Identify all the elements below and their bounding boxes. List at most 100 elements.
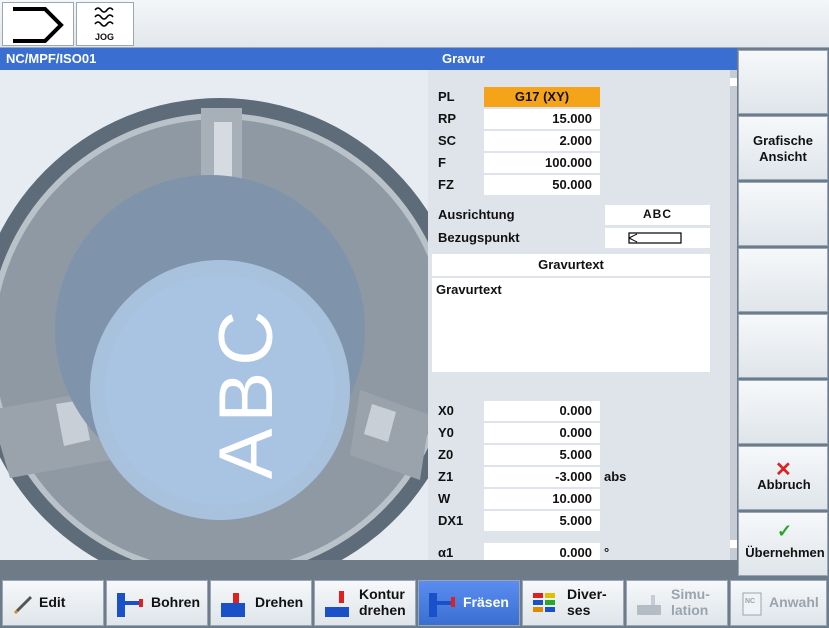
- program-pointer-box: [2, 2, 74, 46]
- param-input[interactable]: 5.000: [484, 511, 600, 531]
- alignment-select[interactable]: ABC: [605, 205, 710, 225]
- abbruch-button[interactable]: ✕ Abbruch: [738, 446, 828, 510]
- param-label: RP: [438, 111, 457, 126]
- simulation-label: Simu-lation: [671, 586, 710, 618]
- accept-check-icon: ✓: [777, 521, 793, 541]
- scroll-down-arrow[interactable]: [730, 540, 737, 548]
- anwahl-button[interactable]: NC Anwahl: [730, 580, 827, 626]
- diverses-line2: ses: [567, 602, 591, 618]
- scroll-up-arrow[interactable]: [730, 78, 737, 86]
- bohren-button[interactable]: Bohren: [106, 580, 208, 626]
- program-pointer-icon: [13, 7, 64, 43]
- param-input[interactable]: 0.000: [484, 401, 600, 421]
- diverses-line1: Diver-: [567, 586, 607, 602]
- param-input[interactable]: 15.000: [484, 109, 600, 129]
- param-label: Z0: [438, 447, 454, 462]
- fraesen-label: Fräsen: [463, 594, 509, 610]
- softkey-v4[interactable]: [738, 248, 828, 312]
- param-label: Bezugspunkt: [438, 230, 520, 245]
- param-row-sc: SC 2.000: [428, 130, 730, 152]
- diverses-label: Diver-ses: [567, 586, 607, 618]
- engrave-text-field[interactable]: Gravurtext: [432, 278, 710, 372]
- title-bar: NC/MPF/ISO01 Gravur: [0, 48, 737, 70]
- param-label: Ausrichtung: [438, 207, 515, 222]
- param-input[interactable]: 100.000: [484, 153, 600, 173]
- param-row-pl: PL G17 (XY): [428, 86, 730, 108]
- softkey-v6[interactable]: [738, 380, 828, 444]
- simulation-line2: lation: [671, 602, 709, 618]
- jog-mode-label: JOG: [95, 32, 115, 42]
- param-label: α1: [438, 545, 454, 560]
- engrave-text-preview: ABC: [204, 305, 289, 479]
- grafische-ansicht-label: Grafische Ansicht: [753, 133, 813, 164]
- param-input[interactable]: 2.000: [484, 131, 600, 151]
- param-input[interactable]: 5.000: [484, 445, 600, 465]
- parameter-scrollbar[interactable]: [730, 70, 737, 560]
- jog-mode-box: JOG: [76, 2, 134, 46]
- param-input[interactable]: 10.000: [484, 489, 600, 509]
- param-label: FZ: [438, 177, 454, 192]
- param-row-w: W 10.000: [428, 488, 730, 510]
- param-row-z1: Z1 -3.000 abs: [428, 466, 730, 488]
- param-label: Z1: [438, 469, 454, 484]
- kontur-drehen-button[interactable]: Kontur drehen: [314, 580, 416, 626]
- svg-text:NC: NC: [745, 598, 755, 605]
- param-row-rp: RP 15.000: [428, 108, 730, 130]
- param-input[interactable]: 0.000: [484, 543, 600, 560]
- cycle-title: Gravur: [442, 51, 485, 66]
- param-label: PL: [438, 89, 455, 104]
- parameter-panel: PL G17 (XY) RP 15.000 SC 2.000 F 100.000…: [428, 70, 730, 560]
- kontur-line1: Kontur: [359, 586, 405, 602]
- softkey-v5[interactable]: [738, 314, 828, 378]
- param-row-alpha1: α1 0.000 °: [428, 542, 730, 560]
- drehen-button[interactable]: Drehen: [210, 580, 312, 626]
- pencil-icon: [13, 595, 33, 615]
- plane-select[interactable]: G17 (XY): [484, 87, 600, 107]
- milling-icon: [429, 593, 455, 617]
- drilling-icon: [117, 593, 143, 617]
- softkey-v1[interactable]: [738, 50, 828, 114]
- simulation-icon: [637, 595, 661, 615]
- simulation-button[interactable]: Simu-lation: [626, 580, 728, 626]
- abbruch-label: Abbruch: [757, 477, 811, 492]
- edit-label: Edit: [39, 594, 66, 610]
- jog-mode-icon: [94, 7, 114, 27]
- program-path: NC/MPF/ISO01: [6, 51, 97, 66]
- param-input[interactable]: 0.000: [484, 423, 600, 443]
- horizontal-softkey-bar: Edit Bohren Drehen Kontur drehen Fräsen D…: [0, 578, 829, 628]
- fraesen-button[interactable]: Fräsen: [418, 580, 520, 626]
- chuck-graphic: ABC: [0, 98, 428, 560]
- anwahl-label: Anwahl: [769, 594, 819, 610]
- turning-icon: [221, 593, 245, 617]
- param-row-x0: X0 0.000: [428, 400, 730, 422]
- param-unit: °: [604, 545, 610, 560]
- status-bar: [0, 560, 737, 578]
- help-graphic: ABC: [0, 70, 428, 560]
- reference-point-select[interactable]: [605, 228, 710, 248]
- bohren-label: Bohren: [151, 594, 200, 610]
- param-unit[interactable]: abs: [604, 469, 626, 484]
- param-row-bezugspunkt: Bezugspunkt: [428, 227, 730, 249]
- drehen-label: Drehen: [255, 594, 304, 610]
- diverses-button[interactable]: Diver-ses: [522, 580, 624, 626]
- simulation-line1: Simu-: [671, 586, 710, 602]
- param-row-ausrichtung: Ausrichtung ABC: [428, 204, 730, 226]
- edit-button[interactable]: Edit: [2, 580, 104, 626]
- param-label: F: [438, 155, 446, 170]
- param-input[interactable]: -3.000: [484, 467, 600, 487]
- top-bar: JOG: [0, 0, 829, 48]
- param-label: W: [438, 491, 451, 506]
- param-label: Y0: [438, 425, 454, 440]
- param-row-z0: Z0 5.000: [428, 444, 730, 466]
- engrave-text-value: Gravurtext: [436, 282, 502, 297]
- param-row-fz: FZ 50.000: [428, 174, 730, 196]
- param-label: X0: [438, 403, 454, 418]
- uebernehmen-button[interactable]: ✓ Übernehmen: [738, 512, 828, 576]
- param-label: DX1: [438, 513, 464, 528]
- grafische-ansicht-button[interactable]: Grafische Ansicht: [738, 116, 828, 180]
- vertical-softkey-bar: Grafische Ansicht ✕ Abbruch ✓ Übernehmen: [737, 48, 829, 578]
- uebernehmen-label: Übernehmen: [745, 545, 825, 560]
- param-input[interactable]: 50.000: [484, 175, 600, 195]
- kontur-label: Kontur drehen: [359, 586, 406, 618]
- softkey-v3[interactable]: [738, 182, 828, 246]
